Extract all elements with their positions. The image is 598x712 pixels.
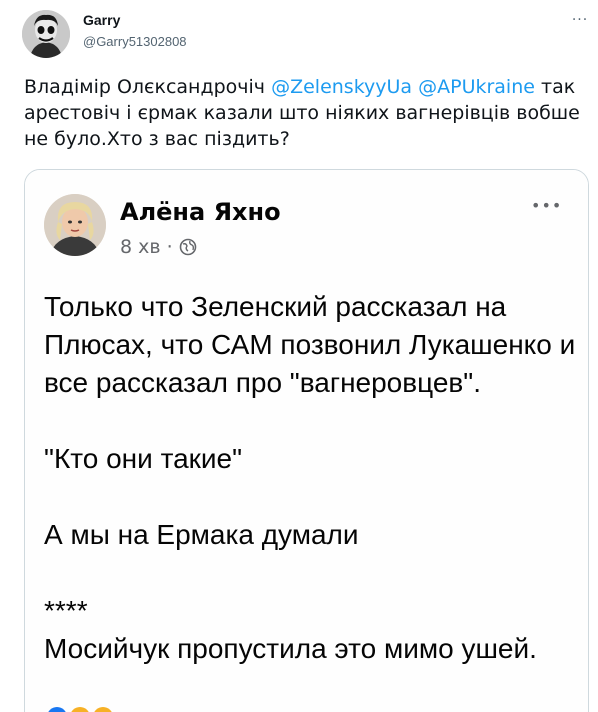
author-name[interactable]: Garry (83, 12, 120, 28)
globe-icon (179, 238, 197, 256)
mention-zelenskyyua[interactable]: @ZelenskyyUa (271, 76, 412, 98)
attached-image[interactable]: Алёна Яхно ••• 8 хв · Только что Зеленск… (24, 169, 589, 712)
tweet-text: Владімір Олєксандрочіч @ZelenskyyUa @APU… (24, 74, 584, 152)
haha-reaction-icon (70, 707, 90, 712)
post-body: Только что Зеленский рассказал на Плюсах… (44, 288, 584, 668)
post-paragraph-3: А мы на Ермака думали (44, 519, 359, 550)
wow-reaction-icon (93, 707, 113, 712)
post-stars: **** (44, 595, 88, 626)
post-paragraph-1: Только что Зеленский рассказал на Плюсах… (44, 291, 576, 398)
post-author-name: Алёна Яхно (120, 198, 281, 226)
mention-apukraine[interactable]: @APUkraine (418, 76, 535, 98)
embedded-post: Алёна Яхно ••• 8 хв · Только что Зеленск… (25, 170, 588, 712)
post-paragraph-4: Мосийчук пропустила это мимо ушей. (44, 633, 537, 664)
more-options-button[interactable]: ··· (568, 10, 592, 30)
author-handle[interactable]: @Garry51302808 (83, 34, 187, 49)
avatar-image (22, 10, 70, 58)
like-reaction-icon (47, 707, 67, 712)
post-meta-separator: · (166, 236, 173, 258)
post-reactions (47, 707, 113, 712)
tweet-text-part1: Владімір Олєксандрочіч (24, 76, 266, 98)
post-meta: 8 хв · (120, 236, 197, 258)
tweet: Garry @Garry51302808 ··· Владімір Олєкса… (0, 0, 598, 712)
author-avatar[interactable] (22, 10, 70, 58)
post-more-icon: ••• (531, 196, 563, 215)
post-author-avatar (44, 194, 106, 256)
post-time: 8 хв (120, 236, 161, 258)
post-paragraph-2: "Кто они такие" (44, 443, 243, 474)
post-avatar-image (44, 194, 106, 256)
